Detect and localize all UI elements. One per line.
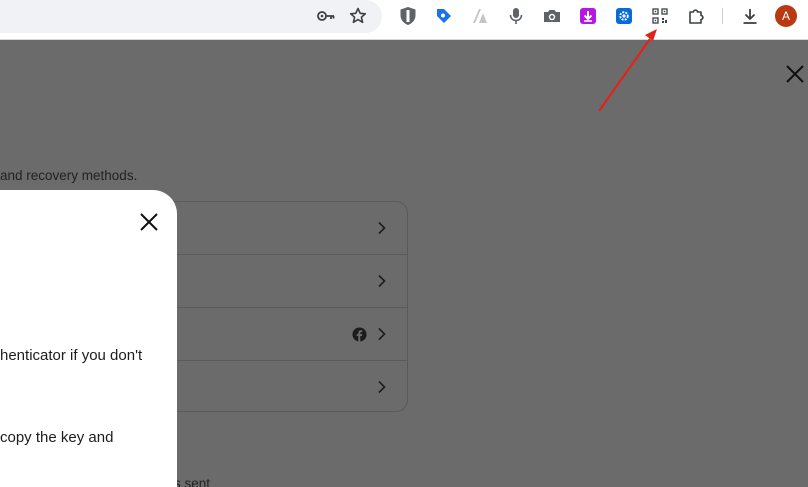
modal-instruction-line: copy the key and (0, 429, 114, 446)
chevron-right-icon (378, 327, 386, 341)
chevron-right-icon (378, 380, 386, 394)
key-icon[interactable] (313, 3, 339, 29)
qr-code-icon[interactable] (647, 3, 673, 29)
download-arrow-extension-icon[interactable] (575, 3, 601, 29)
star-icon[interactable] (345, 3, 371, 29)
microphone-icon[interactable] (503, 3, 529, 29)
authenticator-modal: henticator if you don't copy the key and (0, 190, 177, 487)
avatar-letter: A (781, 9, 790, 23)
vector-extension-icon[interactable] (467, 3, 493, 29)
download-icon[interactable] (737, 3, 763, 29)
close-icon (786, 65, 804, 83)
page-close-button[interactable] (783, 62, 807, 86)
close-icon (140, 213, 158, 231)
browser-toolbar: A (0, 0, 808, 40)
shield-extension-icon[interactable] (395, 3, 421, 29)
gear-extension-icon[interactable] (611, 3, 637, 29)
camera-icon[interactable] (539, 3, 565, 29)
chevron-right-icon (378, 274, 386, 288)
modal-instruction-line: henticator if you don't (0, 347, 143, 364)
toolbar-separator (722, 8, 723, 24)
profile-avatar[interactable]: A (775, 5, 797, 27)
chevron-right-icon (378, 221, 386, 235)
modal-close-button[interactable] (138, 211, 160, 233)
puzzle-extensions-icon[interactable] (683, 3, 709, 29)
page-footer-text: s sent (174, 476, 211, 487)
tag-extension-icon[interactable] (431, 3, 457, 29)
page-description: and recovery methods. (0, 168, 138, 183)
facebook-icon (352, 327, 367, 342)
